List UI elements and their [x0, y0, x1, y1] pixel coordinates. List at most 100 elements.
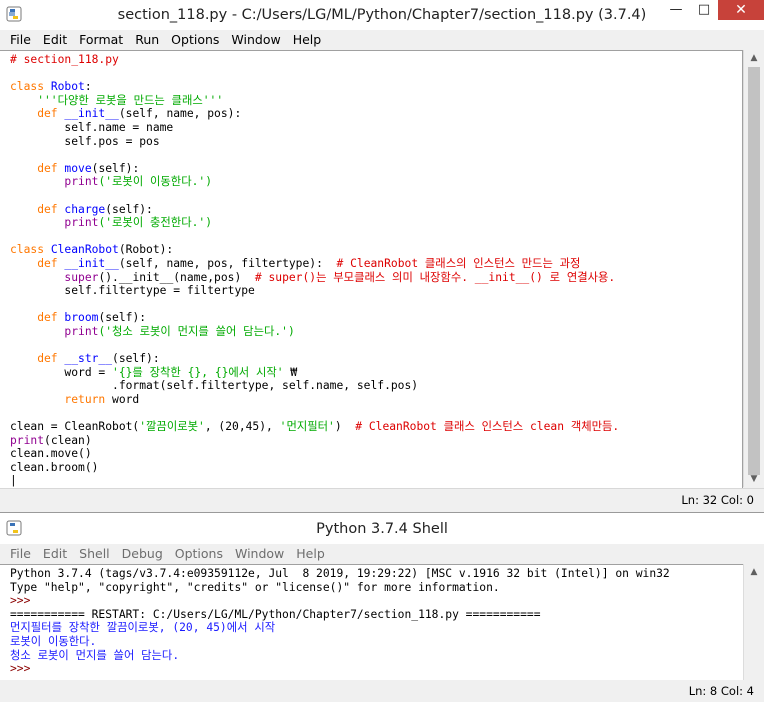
code-token: print: [64, 324, 99, 338]
code-token: def: [10, 161, 65, 175]
shell-titlebar[interactable]: Python 3.7.4 Shell: [0, 514, 764, 544]
minimize-icon[interactable]: —: [662, 0, 690, 20]
code-token: print: [10, 433, 45, 447]
editor-line: print('로봇이 충전한다.'): [0, 216, 742, 230]
editor-menu-window[interactable]: Window: [225, 30, 286, 50]
editor-line: self.name = name: [0, 121, 742, 135]
editor-line: super().__init__(name,pos) # super()는 부모…: [0, 271, 742, 285]
scroll-up-icon[interactable]: ▲: [744, 50, 764, 66]
shell-menubar: File Edit Shell Debug Options Window Help: [0, 544, 764, 565]
code-token: super: [64, 270, 99, 284]
code-token: =========== RESTART: C:/Users/LG/ML/Pyth…: [10, 607, 541, 621]
shell-title: Python 3.7.4 Shell: [316, 521, 448, 537]
code-token: word =: [10, 365, 113, 379]
code-token: (self):: [91, 161, 140, 175]
code-token: move: [64, 161, 92, 175]
editor-menu-edit[interactable]: Edit: [37, 30, 73, 50]
code-token: '깔끔이로봇': [139, 420, 205, 434]
code-editor[interactable]: # section_118.py​class Robot: '''다양한 로봇을…: [0, 50, 743, 489]
editor-line: word = '{}를 장착한 {}, {}에서 시작' ₩: [0, 366, 742, 380]
editor-menu-run[interactable]: Run: [129, 30, 165, 50]
code-token: ('로봇이 이동한다.'): [98, 175, 212, 189]
shell-line: >>>: [0, 594, 744, 608]
code-token: (self):: [105, 202, 153, 216]
code-token: :: [84, 80, 92, 94]
editor-menu-file[interactable]: File: [4, 30, 37, 50]
shell-menu-window[interactable]: Window: [229, 544, 290, 564]
code-token: 청소 로봇이 먼지를 쓸어 담는다.: [10, 648, 180, 662]
scrollbar-thumb[interactable]: [748, 67, 760, 475]
code-token: '{}를 장착한 {}, {}에서 시작': [112, 365, 284, 379]
code-token: '먼지필터': [279, 420, 335, 434]
editor-menu-options[interactable]: Options: [165, 30, 225, 50]
shell-statusbar: Ln: 8 Col: 4: [0, 680, 764, 702]
shell-line: =========== RESTART: C:/Users/LG/ML/Pyth…: [0, 608, 744, 622]
editor-line: self.pos = pos: [0, 135, 742, 149]
scroll-up-icon[interactable]: ▲: [744, 564, 764, 580]
editor-window: section_118.py - C:/Users/LG/ML/Python/C…: [0, 0, 764, 513]
shell-menu-shell[interactable]: Shell: [73, 544, 116, 564]
code-token: (Robot):: [118, 243, 174, 257]
editor-title: section_118.py - C:/Users/LG/ML/Python/C…: [117, 7, 647, 23]
editor-scrollbar[interactable]: ▲ ▼: [743, 50, 764, 487]
editor-menu-format[interactable]: Format: [73, 30, 129, 50]
editor-line: .format(self.filtertype, self.name, self…: [0, 379, 742, 393]
shell-menu-options[interactable]: Options: [169, 544, 229, 564]
shell-menu-file[interactable]: File: [4, 544, 37, 564]
code-token: 먼지필터를 장착한 깔끔이로봇, (20, 45)에서 시작: [10, 621, 276, 635]
shell-menu-help[interactable]: Help: [290, 544, 331, 564]
code-token: >>>: [10, 662, 38, 676]
cursor-position: Ln: 32 Col: 0: [681, 493, 754, 507]
shell-menu-edit[interactable]: Edit: [37, 544, 73, 564]
code-token: def: [10, 202, 65, 216]
editor-line: self.filtertype = filtertype: [0, 284, 742, 298]
shell-output[interactable]: Python 3.7.4 (tags/v3.7.4:e09359112e, Ju…: [0, 564, 745, 692]
shell-line: >>>: [0, 662, 744, 676]
code-token: '''다양한 로봇을 만드는 클래스''': [10, 93, 224, 107]
code-token: self.pos = pos: [10, 134, 160, 148]
code-token: Python 3.7.4 (tags/v3.7.4:e09359112e, Ju…: [10, 567, 670, 580]
code-token: def: [10, 256, 65, 270]
code-token: CleanRobot: [50, 243, 119, 257]
maximize-icon[interactable]: □: [690, 0, 718, 20]
close-icon[interactable]: ✕: [718, 0, 764, 20]
editor-line: ​: [0, 189, 742, 203]
shell-scrollbar[interactable]: ▲: [743, 564, 764, 690]
code-token: # CleanRobot 클래스의 인스턴스 만드는 과정: [336, 256, 581, 270]
shell-line: 청소 로봇이 먼지를 쓸어 담는다.: [0, 649, 744, 663]
code-token: ): [334, 420, 356, 434]
editor-menu-help[interactable]: Help: [287, 30, 328, 50]
editor-line: def move(self):: [0, 162, 742, 176]
editor-statusbar: Ln: 32 Col: 0: [0, 488, 764, 511]
code-token: 로봇이 이동한다.: [10, 634, 97, 648]
editor-line: print(clean): [0, 434, 742, 448]
editor-line: ​: [0, 406, 742, 420]
shell-menu-debug[interactable]: Debug: [116, 544, 169, 564]
code-token: (self, name, pos, filtertype):: [118, 256, 337, 270]
code-token: (clean): [44, 433, 92, 447]
shell-line: Type "help", "copyright", "credits" or "…: [0, 581, 744, 595]
editor-line: '''다양한 로봇을 만드는 클래스''': [0, 94, 742, 108]
code-token: class: [10, 80, 51, 94]
editor-line: clean.move(): [0, 447, 742, 461]
code-token: print: [64, 175, 99, 189]
code-token: ₩: [283, 365, 298, 379]
editor-titlebar[interactable]: section_118.py - C:/Users/LG/ML/Python/C…: [0, 0, 764, 30]
code-token: , (20,45),: [204, 420, 280, 434]
code-token: def: [10, 107, 65, 121]
code-token: clean = CleanRobot(: [10, 420, 140, 434]
code-token: def: [10, 311, 65, 325]
code-token: ('로봇이 충전한다.'): [98, 216, 212, 230]
editor-line: class CleanRobot(Robot):: [0, 243, 742, 257]
code-token: clean.broom(): [10, 460, 99, 474]
code-token: __init__: [64, 107, 119, 121]
shell-line: Python 3.7.4 (tags/v3.7.4:e09359112e, Ju…: [0, 567, 744, 581]
scroll-down-icon[interactable]: ▼: [744, 471, 764, 487]
code-token: print: [64, 216, 99, 230]
code-token: charge: [64, 202, 106, 216]
editor-line: # section_118.py: [0, 53, 742, 67]
